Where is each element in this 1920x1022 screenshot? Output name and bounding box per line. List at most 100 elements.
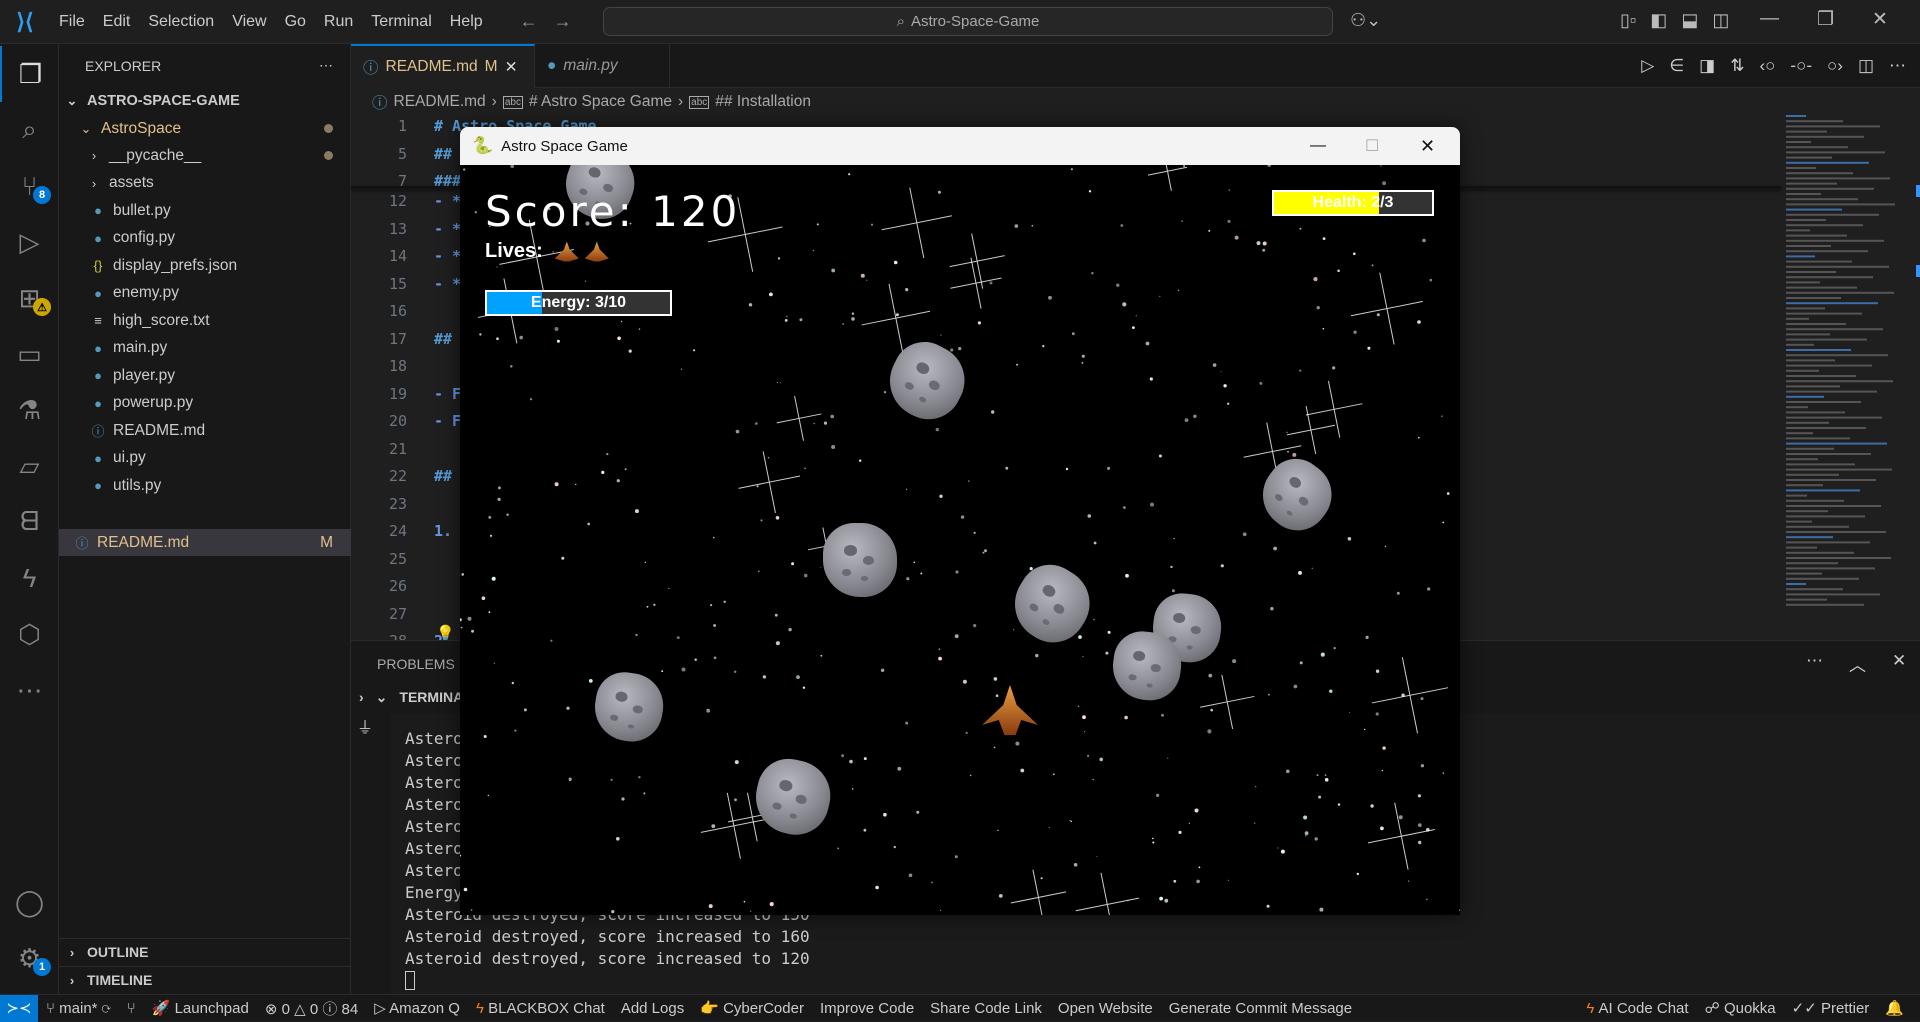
toggle-panel-icon[interactable]: ⬓	[1681, 10, 1698, 31]
code-line[interactable]: - F	[434, 412, 461, 430]
status-quokka[interactable]: ☍ Quokka	[1697, 999, 1784, 1017]
game-window[interactable]: 🐍 Astro Space Game — ☐ ✕ Score: 120 Live…	[460, 127, 1460, 915]
menu-help[interactable]: Help	[441, 13, 492, 31]
compare-icon[interactable]: ⇅	[1730, 56, 1744, 76]
extensions-icon[interactable]: ⊞ ⚠	[0, 270, 59, 326]
menu-selection[interactable]: Selection	[139, 13, 223, 31]
toggle-sidebar-icon[interactable]: ◧	[1650, 10, 1667, 31]
close-icon[interactable]: ✕	[1872, 8, 1888, 31]
code-line[interactable]: - F	[434, 385, 461, 403]
restore-icon[interactable]: ❐	[1817, 8, 1834, 31]
menu-terminal[interactable]: Terminal	[362, 13, 440, 31]
minimize-icon[interactable]: —	[1310, 137, 1326, 155]
status-cybercoder[interactable]: 👉 CyberCoder	[692, 999, 812, 1017]
close-tab-icon[interactable]: ✕	[505, 58, 518, 77]
folder-astrospace[interactable]: ⌄ AstroSpace	[59, 115, 351, 142]
tree-item-main-py[interactable]: ● main.py	[59, 335, 351, 362]
more-actions-icon[interactable]: ⋯	[1889, 56, 1906, 76]
maximize-panel-icon[interactable]: ︿	[1849, 651, 1866, 676]
change-icon[interactable]: -○-	[1790, 56, 1812, 76]
status-share-code-link[interactable]: Share Code Link	[922, 1000, 1050, 1017]
menu-file[interactable]: File	[50, 13, 94, 31]
breadcrumb-subheading[interactable]: ## Installation	[715, 93, 811, 111]
file-root-readme[interactable]: ⓘ README.md M	[59, 529, 351, 556]
status-blackbox-chat[interactable]: ϟ BLACKBOX Chat	[468, 1000, 613, 1017]
terminal-section[interactable]: › ⌄ TERMINAL	[359, 689, 472, 706]
game-title-bar[interactable]: 🐍 Astro Space Game — ☐ ✕	[460, 127, 1460, 165]
code-line[interactable]: - *	[434, 275, 461, 293]
tree-item-bullet-py[interactable]: ● bullet.py	[59, 197, 351, 224]
source-control-icon[interactable]: ⑂ 8	[0, 158, 59, 214]
settings-gear-icon[interactable]: ⚙ 1	[0, 930, 59, 986]
code-line[interactable]: ##	[434, 330, 452, 348]
close-icon[interactable]: ✕	[1420, 136, 1435, 157]
tree-item-player-py[interactable]: ● player.py	[59, 362, 351, 389]
status-open-website[interactable]: Open Website	[1050, 1000, 1161, 1017]
customize-layout-icon[interactable]: ▯▫	[1620, 10, 1636, 31]
breadcrumb-file[interactable]: README.md	[394, 93, 486, 111]
remote-icon[interactable]: ≻≺	[0, 994, 38, 1022]
code-line[interactable]: 1.	[434, 522, 452, 540]
copilot-icon[interactable]: ⚇⌄	[1350, 10, 1381, 31]
code-line[interactable]: - *	[434, 192, 461, 210]
search-icon[interactable]: ⌕	[0, 102, 59, 158]
extension-hex-icon[interactable]: ⬡	[0, 606, 59, 662]
code-line[interactable]: - *	[434, 220, 461, 238]
tree-item-config-py[interactable]: ● config.py	[59, 225, 351, 252]
tree-item-assets[interactable]: › assets	[59, 170, 351, 197]
menu-view[interactable]: View	[223, 13, 275, 31]
tab-readme[interactable]: ⓘ README.md M ✕	[351, 44, 535, 88]
minimap[interactable]	[1782, 115, 1920, 635]
status-ai-code-chat[interactable]: ϟ AI Code Chat	[1578, 1000, 1696, 1017]
outline-section[interactable]: › OUTLINE	[59, 938, 351, 965]
notifications-bell-icon[interactable]: 🔔	[1877, 999, 1912, 1017]
problems-item[interactable]: ⊗ 0 △ 0 ⓘ 84	[257, 998, 366, 1019]
maximize-icon[interactable]: ☐	[1365, 136, 1379, 156]
account-icon[interactable]: ◯	[0, 874, 59, 930]
sticky-line[interactable]: ##	[434, 145, 452, 163]
game-canvas[interactable]: Score: 120 Lives: Energy: 3/10 Health: 2…	[460, 165, 1460, 915]
open-changes-icon[interactable]: ∈	[1669, 56, 1684, 76]
lightning-icon[interactable]: ϟ	[0, 550, 59, 606]
menu-go[interactable]: Go	[276, 13, 315, 31]
more-icon[interactable]: ⋯	[0, 662, 59, 718]
code-line[interactable]: ##	[434, 467, 452, 485]
code-line[interactable]: - *	[434, 247, 461, 265]
workspace-root[interactable]: ⌄ ASTRO-SPACE-GAME	[59, 87, 351, 114]
branch-item[interactable]: ⑂ main* ⟳	[38, 1000, 119, 1017]
run-icon[interactable]: ▷	[1641, 56, 1654, 76]
tree-item-enemy-py[interactable]: ● enemy.py	[59, 280, 351, 307]
status-add-logs[interactable]: Add Logs	[613, 1000, 692, 1017]
explorer-icon[interactable]: ❐	[0, 46, 59, 102]
back-icon[interactable]: ←	[520, 11, 538, 32]
timeline-section[interactable]: › TIMELINE	[59, 966, 351, 993]
minimize-icon[interactable]: —	[1760, 8, 1779, 31]
menu-edit[interactable]: Edit	[94, 13, 140, 31]
next-change-icon[interactable]: ○›	[1827, 56, 1843, 76]
tree-item-ui-py[interactable]: ● ui.py	[59, 445, 351, 472]
tree-item-utils-py[interactable]: ● utils.py	[59, 472, 351, 499]
launchpad-item[interactable]: 🚀 Launchpad	[144, 999, 257, 1017]
remote-explorer-icon[interactable]: ▭	[0, 326, 59, 382]
chat-icon[interactable]: ▱	[0, 438, 59, 494]
status-generate-commit[interactable]: Generate Commit Message	[1161, 1000, 1360, 1017]
previous-change-icon[interactable]: ‹○	[1759, 56, 1775, 76]
preview-icon[interactable]: ◨	[1699, 56, 1715, 76]
tree-item-readme-md[interactable]: ⓘ README.md	[59, 417, 351, 444]
split-editor-icon[interactable]: ◫	[1858, 56, 1874, 76]
git-graph-icon[interactable]: ⑂	[119, 1000, 144, 1017]
more-actions-icon[interactable]: ⋯	[319, 57, 333, 74]
breadcrumb-heading[interactable]: # Astro Space Game	[529, 93, 672, 111]
tree-item-powerup-py[interactable]: ● powerup.py	[59, 390, 351, 417]
testing-icon[interactable]: ⚗	[0, 382, 59, 438]
plug-icon[interactable]: ⏚	[357, 714, 373, 738]
status-improve-code[interactable]: Improve Code	[812, 1000, 922, 1017]
run-debug-icon[interactable]: ▷	[0, 214, 59, 270]
menu-run[interactable]: Run	[315, 13, 362, 31]
tree-item-high-score-txt[interactable]: ≡ high_score.txt	[59, 307, 351, 334]
command-center-search[interactable]: ⌕ Astro-Space-Game	[603, 7, 1333, 36]
toggle-secondary-sidebar-icon[interactable]: ◫	[1712, 10, 1729, 31]
status-prettier[interactable]: ✓✓ Prettier	[1784, 999, 1878, 1017]
more-actions-icon[interactable]: ⋯	[1806, 651, 1823, 676]
blackbox-icon[interactable]: ᗺ	[0, 494, 59, 550]
